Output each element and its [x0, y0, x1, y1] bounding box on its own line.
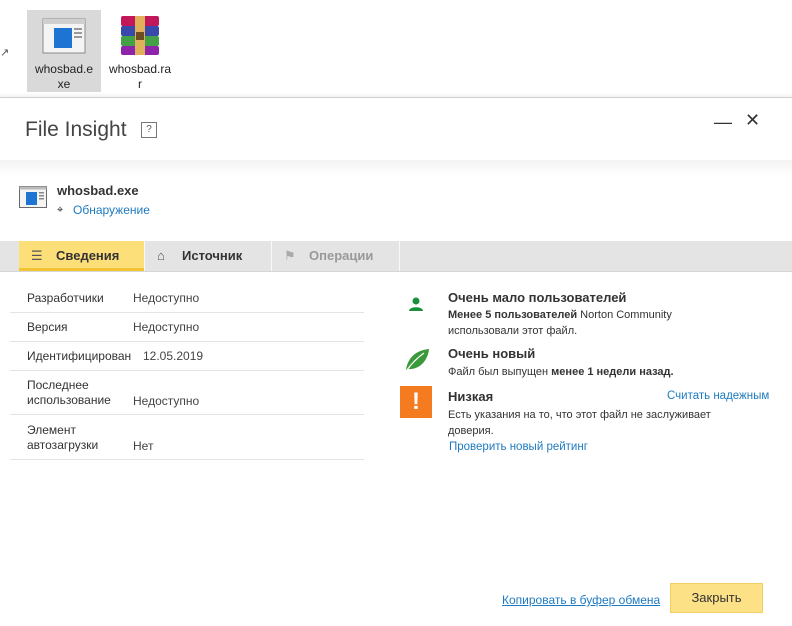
desktop-file-rar[interactable]: whosbad.ra r [103, 10, 177, 92]
trust-text-line2: доверия. [448, 425, 494, 437]
users-community: Norton Community [577, 309, 672, 321]
desktop-file-label: xe [57, 77, 71, 91]
close-window-button[interactable]: ✕ [745, 110, 760, 131]
minimize-button[interactable]: — [714, 112, 732, 133]
dialog-title: File Insight [25, 118, 127, 141]
detail-key: Элемент [27, 423, 76, 437]
file-insight-dialog: File Insight ? — ✕ whosbad.exe ⌖ Обнаруж… [0, 97, 792, 626]
trust-text-line1: Есть указания на то, что этот файл не за… [448, 409, 711, 421]
rar-archive-icon [121, 16, 159, 55]
detection-link[interactable]: Обнаружение [73, 203, 150, 217]
exe-file-icon [42, 18, 86, 54]
detail-row-version: Версия Недоступно [10, 313, 364, 342]
detail-key: Идентифицирован [27, 349, 132, 363]
tab-label: Сведения [56, 248, 120, 263]
trust-title: Низкая [448, 389, 494, 404]
detail-row-identified: Идентифицирован 12.05.2019 [10, 342, 364, 371]
desktop-file-label: whosbad.ra [108, 62, 172, 76]
users-text: Менее 5 пользователей Norton Community и… [448, 307, 748, 339]
detail-value: Недоступно [133, 394, 200, 408]
mark-trusted-link[interactable]: Считать надежным [667, 390, 769, 402]
list-icon: ☰ [31, 248, 43, 263]
detail-key: Версия [27, 320, 68, 334]
age-title: Очень новый [448, 346, 536, 361]
users-text-line2: использовали этот файл. [448, 325, 578, 337]
detail-key: Разработчики [27, 291, 104, 305]
file-name: whosbad.exe [57, 183, 139, 198]
age-text-start: Файл был выпущен [448, 366, 552, 378]
detail-value: 12.05.2019 [143, 349, 204, 363]
copy-to-clipboard-link[interactable]: Копировать в буфер обмена [502, 593, 660, 607]
close-button[interactable]: Закрыть [670, 583, 763, 613]
crosshair-icon: ⌖ [57, 204, 64, 216]
desktop-file-label: whosbad.e [34, 62, 94, 76]
detail-row-startup: Элемент автозагрузки Нет [10, 415, 364, 460]
desktop-file-exe[interactable]: whosbad.e xe [27, 10, 101, 92]
warning-icon: ! [400, 386, 432, 418]
recheck-rating-link[interactable]: Проверить новый рейтинг [449, 441, 588, 453]
detail-row-last-used: Последнее использование Недоступно [10, 371, 364, 415]
detail-row-developers: Разработчики Недоступно [10, 284, 364, 313]
tab-operations[interactable]: ⚑ Операции [272, 241, 399, 271]
scroll-arrow-icon: ↗ [0, 47, 10, 59]
leaf-icon [406, 349, 429, 371]
detail-value: Недоступно [133, 320, 200, 334]
tab-bar: ☰ Сведения ⌂ Источник ⚑ Операции [0, 241, 792, 272]
detail-value: Нет [133, 439, 154, 453]
exe-file-icon [19, 186, 47, 208]
tab-source[interactable]: ⌂ Источник [145, 241, 271, 271]
home-icon: ⌂ [157, 248, 165, 263]
desktop-area: ↗ whosbad.e xe whosbad.ra r [0, 0, 792, 97]
age-text-bold: менее 1 недели назад. [551, 366, 674, 378]
detail-key: Последнее [27, 378, 89, 392]
flag-icon: ⚑ [284, 248, 296, 263]
age-text: Файл был выпущен менее 1 недели назад. [448, 364, 748, 380]
trust-text: Есть указания на то, что этот файл не за… [448, 407, 768, 439]
tab-divider [399, 241, 400, 271]
dialog-titlebar: File Insight ? — ✕ [0, 98, 792, 161]
detail-key: использование [27, 393, 111, 407]
header-shadow [0, 160, 792, 176]
desktop-file-label: r [138, 77, 142, 91]
detail-key: автозагрузки [27, 438, 99, 452]
tab-label: Операции [309, 248, 374, 263]
users-title: Очень мало пользователей [448, 290, 627, 305]
help-button[interactable]: ? [141, 122, 157, 138]
tab-label: Источник [182, 248, 243, 263]
user-icon [409, 297, 423, 311]
detail-value: Недоступно [133, 291, 200, 305]
tab-details[interactable]: ☰ Сведения [19, 241, 144, 271]
users-count: Менее 5 пользователей [448, 309, 578, 321]
